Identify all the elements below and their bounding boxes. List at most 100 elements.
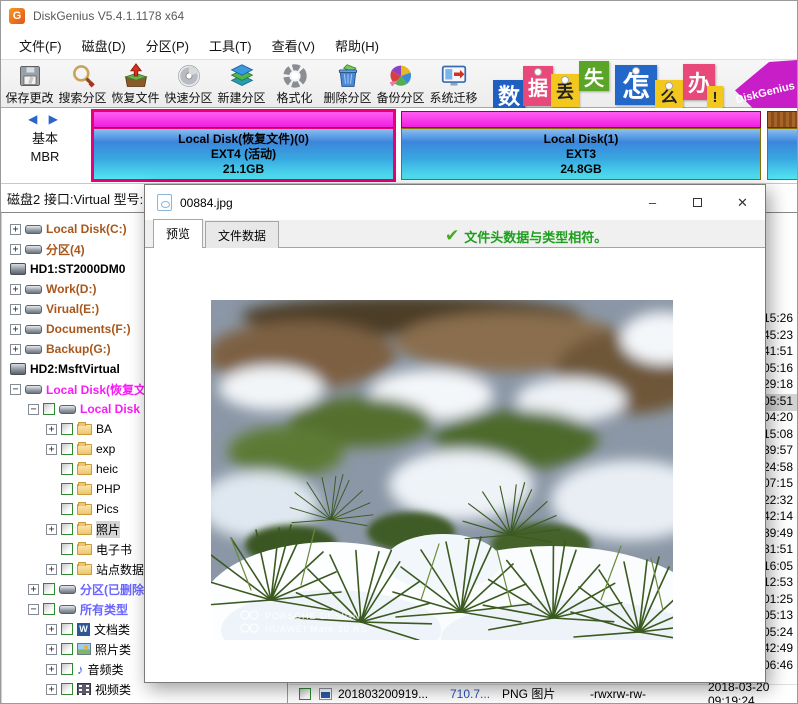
folder-icon — [77, 501, 92, 515]
menu-bar: 文件(F) 磁盘(D) 分区(P) 工具(T) 查看(V) 帮助(H) — [1, 31, 797, 59]
trash-icon — [334, 62, 362, 90]
checkbox[interactable] — [61, 563, 73, 575]
banner-tag: ! — [707, 86, 723, 108]
system-migrate-button[interactable]: 系统迁移 — [427, 60, 480, 108]
check-icon: ✔ — [445, 226, 460, 245]
banner-tag: 么 — [655, 80, 683, 108]
checkbox[interactable] — [61, 683, 73, 695]
preview-dialog: 00884.jpg – ✕ 预览 文件数据 ✔ 文件头数据与类型相符。 PORS… — [144, 184, 766, 683]
file-row-png[interactable]: 201803200919... 710.7... PNG 图片 -rwxrw-r… — [289, 680, 797, 703]
menu-tools[interactable]: 工具(T) — [199, 32, 262, 59]
window-title: DiskGenius V5.4.1.1178 x64 — [33, 9, 185, 23]
magnifier-icon — [69, 62, 97, 90]
partition-color-strip — [401, 111, 761, 128]
partition-block-ext4[interactable]: Local Disk(恢复文件)(0) EXT4 (活动) 21.1GB — [91, 109, 396, 182]
layers-icon — [228, 62, 256, 90]
folder-icon — [77, 541, 92, 555]
disc-icon — [175, 62, 203, 90]
menu-partition[interactable]: 分区(P) — [136, 32, 199, 59]
dialog-content: PORSCHE DESIGN HUAWEI Mate 30 RS — [145, 249, 765, 682]
checkbox[interactable] — [61, 523, 73, 535]
partition-map: ◀ ▶ 基本 MBR Local Disk(恢复文件)(0) EXT4 (活动)… — [1, 108, 797, 184]
folder-icon — [77, 481, 92, 495]
disk-nav: ◀ ▶ 基本 MBR — [1, 112, 89, 164]
tab-preview[interactable]: 预览 — [153, 219, 204, 248]
toolbar: 保存更改 搜索分区 恢复文件 快速分区 新建分区 格式化 删除分区 备份分区 系… — [1, 59, 797, 109]
backup-partition-button[interactable]: 备份分区 — [374, 60, 427, 108]
tab-file-data[interactable]: 文件数据 — [205, 221, 280, 248]
save-changes-button[interactable]: 保存更改 — [3, 60, 56, 108]
disk-icon — [25, 324, 42, 334]
picture-icon — [77, 643, 91, 655]
menu-file[interactable]: 文件(F) — [9, 32, 72, 59]
header-match-status: ✔ 文件头数据与类型相符。 — [445, 226, 608, 245]
disk-icon — [59, 584, 76, 594]
dialog-maximize-button[interactable] — [675, 185, 720, 220]
folder-icon — [77, 441, 92, 455]
new-partition-button[interactable]: 新建分区 — [215, 60, 268, 108]
menu-disk[interactable]: 磁盘(D) — [72, 32, 136, 59]
disk-icon — [59, 404, 76, 414]
menu-view[interactable]: 查看(V) — [262, 32, 325, 59]
pie-icon — [387, 62, 415, 90]
checkbox[interactable] — [61, 463, 73, 475]
checkbox[interactable] — [61, 643, 73, 655]
diskgenius-brand-arrow: DiskGenius — [735, 60, 797, 109]
file-name: 201803200919... — [338, 686, 429, 701]
checkbox[interactable] — [61, 503, 73, 515]
partition-color-strip — [767, 111, 797, 128]
search-partition-button[interactable]: 搜索分区 — [56, 60, 109, 108]
recover-icon — [122, 62, 150, 90]
folder-icon — [77, 461, 92, 475]
harddisk-icon — [10, 263, 26, 275]
disk-type-label: 基本 — [31, 131, 58, 146]
tree-item-partial[interactable]: + — [2, 699, 287, 703]
quick-partition-button[interactable]: 快速分区 — [162, 60, 215, 108]
file-preview-icon — [157, 194, 172, 211]
checkbox[interactable] — [43, 603, 55, 615]
svg-text:HUAWEI Mate 30 RS: HUAWEI Mate 30 RS — [265, 624, 368, 634]
word-doc-icon: W — [77, 622, 90, 636]
banner-tag: 失 — [579, 61, 609, 91]
dialog-minimize-button[interactable]: – — [630, 185, 675, 220]
checkbox[interactable] — [61, 663, 73, 675]
checkbox[interactable] — [43, 583, 55, 595]
folder-open-icon — [77, 521, 92, 535]
format-disc-icon — [281, 62, 309, 90]
format-button[interactable]: 格式化 — [268, 60, 321, 108]
disk-icon — [25, 224, 42, 234]
music-note-icon: ♪ — [77, 661, 84, 677]
film-icon — [77, 683, 91, 695]
checkbox[interactable] — [299, 687, 311, 700]
floppy-icon — [16, 62, 44, 90]
checkbox[interactable] — [61, 623, 73, 635]
disk-icon — [25, 304, 42, 314]
banner-tag: 丢 — [551, 74, 579, 107]
promo-banner: 数 据 丢 失 怎 么 办 ! — [493, 60, 741, 109]
disk-icon — [25, 284, 42, 294]
menu-help[interactable]: 帮助(H) — [325, 32, 389, 59]
harddisk-icon — [10, 363, 26, 375]
checkbox[interactable] — [61, 423, 73, 435]
checkbox[interactable] — [61, 443, 73, 455]
dialog-title: 00884.jpg — [180, 195, 233, 210]
dialog-title-bar: 00884.jpg – ✕ — [145, 185, 765, 220]
image-file-icon — [319, 687, 332, 700]
file-size: 710.7... — [450, 686, 491, 701]
checkbox[interactable] — [61, 483, 73, 495]
recover-files-button[interactable]: 恢复文件 — [109, 60, 162, 108]
banner-tag: 怎 — [615, 65, 657, 105]
partition-block-partial[interactable] — [767, 111, 797, 180]
folder-icon — [77, 421, 92, 435]
file-type: PNG 图片 — [502, 687, 556, 701]
delete-partition-button[interactable]: 删除分区 — [321, 60, 374, 108]
dialog-close-button[interactable]: ✕ — [720, 185, 765, 220]
title-bar: G DiskGenius V5.4.1.1178 x64 — [1, 1, 797, 31]
checkbox[interactable] — [61, 543, 73, 555]
diskgenius-window: G DiskGenius V5.4.1.1178 x64 文件(F) 磁盘(D)… — [0, 0, 798, 704]
disk-icon — [25, 384, 42, 394]
partition-block-ext3[interactable]: Local Disk(1) EXT3 24.8GB — [401, 111, 761, 180]
disk-prev-next-arrows[interactable]: ◀ ▶ — [1, 112, 89, 126]
checkbox[interactable] — [43, 403, 55, 415]
photo-preview: PORSCHE DESIGN HUAWEI Mate 30 RS — [211, 300, 673, 640]
